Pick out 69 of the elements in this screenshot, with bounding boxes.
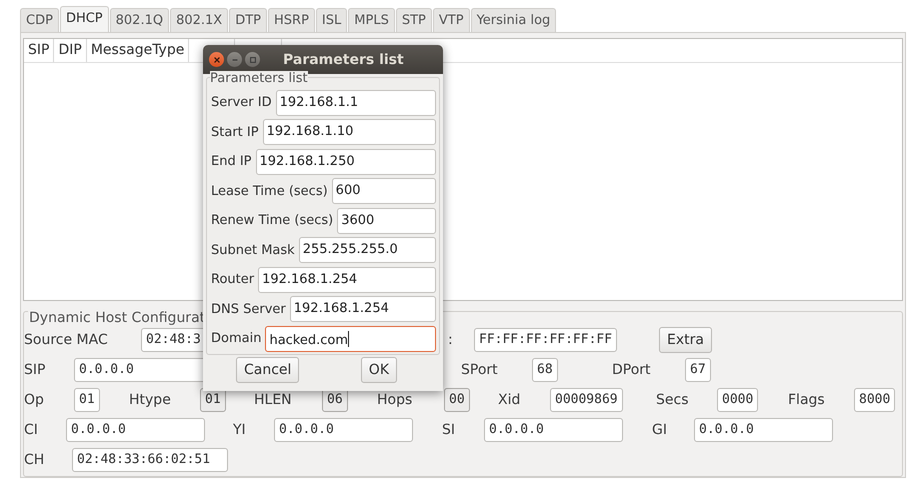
input-field[interactable]: 01 bbox=[74, 388, 100, 412]
field-label: End IP bbox=[210, 154, 253, 170]
field-label: CI bbox=[24, 422, 38, 438]
input-field[interactable]: 0000 bbox=[717, 388, 758, 412]
input-field[interactable]: 192.168.1.254 bbox=[290, 296, 436, 322]
field-label: Domain bbox=[210, 331, 262, 346]
ok-button[interactable]: OK bbox=[360, 356, 397, 382]
field-label: Source MAC bbox=[24, 332, 108, 348]
tab[interactable]: STP bbox=[396, 8, 432, 32]
input-field[interactable]: 192.168.1.250 bbox=[256, 148, 436, 175]
field-label: Start IP bbox=[210, 124, 260, 140]
field-label: Router bbox=[210, 272, 256, 288]
input-field[interactable]: 67 bbox=[685, 358, 711, 382]
field-label: DNS Server bbox=[210, 302, 287, 317]
field-label: Op bbox=[24, 392, 44, 408]
minimize-icon[interactable] bbox=[227, 52, 242, 67]
column-header[interactable]: SIP bbox=[24, 39, 54, 62]
field-label: Htype bbox=[129, 392, 171, 408]
input-field[interactable]: 02:48:33:66:02:51 bbox=[72, 448, 228, 472]
tab[interactable]: 802.1X bbox=[170, 8, 228, 32]
tab[interactable]: HSRP bbox=[268, 8, 315, 32]
field-label: SIP bbox=[24, 362, 46, 378]
dialog-title: Parameters list bbox=[283, 52, 404, 68]
field-label: : bbox=[448, 332, 453, 348]
tab[interactable]: 802.1Q bbox=[110, 8, 170, 32]
field-label: Xid bbox=[498, 392, 520, 408]
tab[interactable]: DHCP bbox=[60, 6, 109, 32]
extra-button[interactable]: Extra bbox=[659, 327, 712, 353]
tab[interactable]: ISL bbox=[316, 8, 348, 32]
column-header[interactable]: MessageType bbox=[86, 39, 190, 62]
input-field[interactable]: 0.0.0.0 bbox=[694, 418, 833, 442]
input-field: 00 bbox=[444, 388, 470, 412]
field-label: Secs bbox=[656, 392, 688, 408]
field-label: CH bbox=[24, 452, 44, 468]
field-label: YI bbox=[233, 422, 246, 438]
field-label: Hops bbox=[377, 392, 412, 408]
input-field[interactable]: 255.255.255.0 bbox=[298, 237, 436, 264]
field-label: Lease Time (secs) bbox=[210, 184, 329, 199]
input-field[interactable]: 8000 bbox=[854, 388, 896, 412]
tab[interactable]: CDP bbox=[20, 8, 59, 32]
input-field[interactable]: FF:FF:FF:FF:FF:FF bbox=[474, 328, 618, 352]
tab[interactable]: MPLS bbox=[348, 8, 395, 32]
field-label: HLEN bbox=[254, 392, 292, 408]
input-field[interactable]: 0.0.0.0 bbox=[484, 418, 623, 442]
field-label: DPort bbox=[612, 362, 651, 378]
input-field[interactable]: 192.168.1.254 bbox=[258, 266, 436, 293]
tab[interactable]: DTP bbox=[229, 8, 268, 32]
field-label: Renew Time (secs) bbox=[210, 213, 334, 228]
field-label: Subnet Mask bbox=[210, 242, 296, 258]
input-field[interactable]: 600 bbox=[332, 178, 436, 204]
field-label: SPort bbox=[461, 362, 498, 378]
tab[interactable]: Yersinia log bbox=[470, 8, 556, 32]
tab[interactable]: VTP bbox=[432, 8, 470, 32]
field-label: Flags bbox=[788, 392, 825, 408]
field-label: GI bbox=[652, 422, 667, 438]
input-field[interactable]: 0.0.0.0 bbox=[66, 418, 205, 442]
field-label: Server ID bbox=[210, 95, 273, 110]
input-field[interactable]: 192.168.1.10 bbox=[262, 119, 436, 146]
input-field[interactable]: 3600 bbox=[337, 208, 436, 234]
column-header[interactable]: DIP bbox=[54, 39, 87, 62]
input-field[interactable]: 192.168.1.1 bbox=[276, 90, 436, 116]
input-field[interactable]: 00009869 bbox=[550, 388, 623, 412]
maximize-icon[interactable] bbox=[245, 52, 260, 67]
cancel-button[interactable]: Cancel bbox=[236, 356, 300, 382]
close-icon[interactable] bbox=[209, 52, 224, 67]
input-field[interactable]: 0.0.0.0 bbox=[274, 418, 413, 442]
input-field[interactable]: 68 bbox=[532, 358, 558, 382]
field-label: SI bbox=[442, 422, 456, 438]
input-field[interactable]: hacked.com bbox=[265, 326, 436, 352]
